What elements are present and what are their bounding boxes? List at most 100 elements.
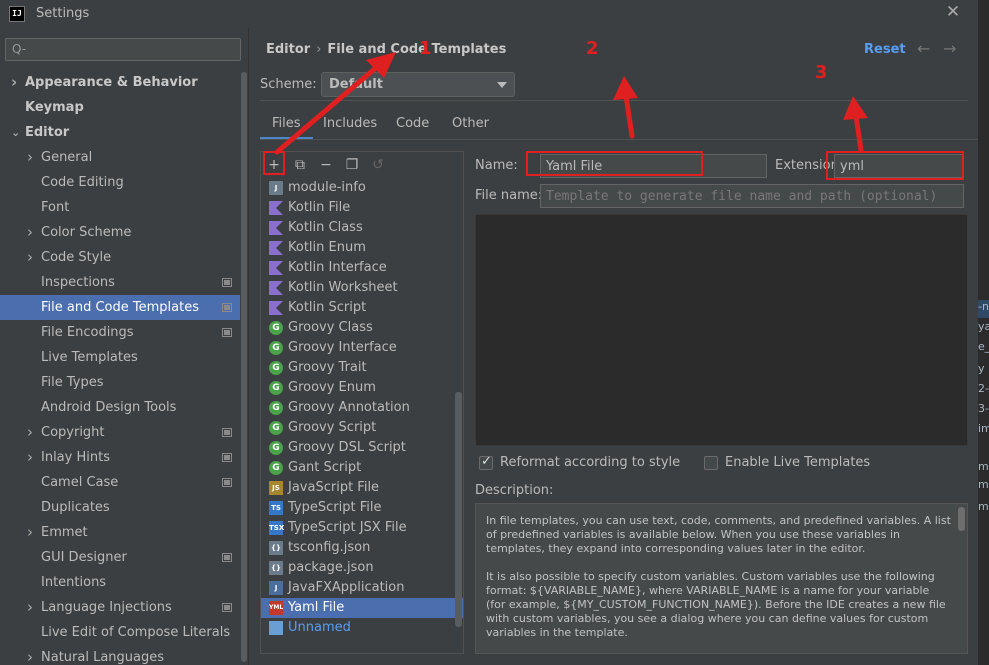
template-item[interactable]: Unnamed: [261, 618, 463, 638]
reset-to-default-button[interactable]: ↺: [368, 155, 388, 175]
sidebar-item-duplicates[interactable]: Duplicates: [0, 495, 248, 520]
sidebar-item-camel-case[interactable]: Camel Case: [0, 470, 248, 495]
templates-scrollbar[interactable]: [455, 392, 462, 627]
tab-code[interactable]: Code: [384, 110, 441, 140]
template-item[interactable]: Kotlin Worksheet: [261, 278, 463, 298]
sidebar-item-natural-languages[interactable]: › Natural Languages: [0, 645, 248, 665]
template-editor[interactable]: [475, 214, 968, 446]
template-item[interactable]: Kotlin Enum: [261, 238, 463, 258]
project-scope-icon: [222, 553, 232, 562]
back-arrow-icon[interactable]: ←: [917, 39, 930, 58]
template-item[interactable]: G Groovy DSL Script: [261, 438, 463, 458]
chevron-right-icon[interactable]: ›: [27, 220, 33, 245]
sidebar-item-font[interactable]: Font: [0, 195, 248, 220]
template-item[interactable]: {} package.json: [261, 558, 463, 578]
template-item[interactable]: Kotlin Interface: [261, 258, 463, 278]
sidebar-item-inlay-hints[interactable]: › Inlay Hints: [0, 445, 248, 470]
sidebar-item-emmet[interactable]: › Emmet: [0, 520, 248, 545]
groovy-file-icon: G: [269, 461, 283, 475]
sidebar-item-appearance-behavior[interactable]: › Appearance & Behavior: [0, 70, 248, 95]
template-item[interactable]: YML Yaml File: [261, 598, 463, 618]
sidebar-item-label: Intentions: [41, 575, 107, 590]
tab-other[interactable]: Other: [440, 110, 501, 140]
tab-files[interactable]: Files: [260, 110, 313, 140]
sidebar-item-color-scheme[interactable]: › Color Scheme: [0, 220, 248, 245]
sidebar-item-android-design-tools[interactable]: Android Design Tools: [0, 395, 248, 420]
extension-field[interactable]: [834, 154, 964, 178]
close-icon[interactable]: ✕: [943, 2, 963, 24]
chevron-right-icon[interactable]: ›: [27, 420, 33, 445]
background-text-fragment: 2-r: [978, 382, 989, 395]
template-item-label: Groovy Interface: [288, 340, 397, 355]
forward-arrow-icon[interactable]: →: [943, 39, 956, 58]
template-item[interactable]: TSX TypeScript JSX File: [261, 518, 463, 538]
search-input[interactable]: Q-: [5, 38, 241, 61]
sidebar-item-intentions[interactable]: Intentions: [0, 570, 248, 595]
template-item[interactable]: G Groovy Enum: [261, 378, 463, 398]
sidebar-item-code-editing[interactable]: Code Editing: [0, 170, 248, 195]
chevron-right-icon[interactable]: ›: [27, 445, 33, 470]
sidebar-item-label: Inspections: [41, 275, 115, 290]
template-item[interactable]: TS TypeScript File: [261, 498, 463, 518]
reset-button[interactable]: Reset: [864, 42, 906, 57]
template-item[interactable]: JS JavaScript File: [261, 478, 463, 498]
create-child-template-button[interactable]: ⧉: [290, 155, 310, 175]
sidebar-item-file-and-code-templates[interactable]: File and Code Templates: [0, 295, 248, 320]
js-file-icon: JS: [269, 481, 283, 495]
remove-template-button[interactable]: −: [316, 155, 336, 175]
chevron-right-icon[interactable]: ›: [27, 145, 33, 170]
sidebar-item-file-encodings[interactable]: File Encodings: [0, 320, 248, 345]
live-templates-checkbox[interactable]: [704, 456, 718, 470]
template-item[interactable]: Jmodule-info: [261, 178, 463, 198]
tab-includes[interactable]: Includes: [311, 110, 389, 140]
template-item[interactable]: G Groovy Annotation: [261, 398, 463, 418]
fx-file-icon: J: [269, 581, 283, 595]
sidebar-item-inspections[interactable]: Inspections: [0, 270, 248, 295]
template-item[interactable]: G Gant Script: [261, 458, 463, 478]
name-input[interactable]: [541, 155, 766, 177]
chevron-down-icon[interactable]: ⌄: [11, 120, 20, 145]
description-scrollbar[interactable]: [958, 507, 965, 531]
description-label: Description:: [475, 483, 554, 498]
template-item[interactable]: G Groovy Script: [261, 418, 463, 438]
sidebar-item-copyright[interactable]: › Copyright: [0, 420, 248, 445]
settings-sidebar: Q- › Appearance & Behavior Keymap ⌄ Editor › G…: [0, 28, 248, 665]
sidebar-item-label: Inlay Hints: [41, 450, 110, 465]
template-item[interactable]: Kotlin File: [261, 198, 463, 218]
reformat-checkbox[interactable]: [479, 454, 493, 470]
template-item[interactable]: Kotlin Script: [261, 298, 463, 318]
sidebar-item-general[interactable]: › General: [0, 145, 248, 170]
sidebar-item-file-types[interactable]: File Types: [0, 370, 248, 395]
template-item[interactable]: G Groovy Trait: [261, 358, 463, 378]
scheme-dropdown[interactable]: Default: [321, 72, 515, 97]
file-name-field[interactable]: [540, 184, 964, 208]
extension-input[interactable]: [835, 155, 963, 177]
template-item-label: JavaFXApplication: [288, 580, 405, 595]
template-item[interactable]: {} tsconfig.json: [261, 538, 463, 558]
template-item[interactable]: G Groovy Class: [261, 318, 463, 338]
sidebar-scrollbar[interactable]: [240, 70, 248, 665]
template-item[interactable]: Kotlin Class: [261, 218, 463, 238]
sidebar-item-live-templates[interactable]: Live Templates: [0, 345, 248, 370]
template-item[interactable]: J JavaFXApplication: [261, 578, 463, 598]
sidebar-item-code-style[interactable]: › Code Style: [0, 245, 248, 270]
copy-template-button[interactable]: ❐: [342, 155, 362, 175]
description-paragraph: In file templates, you can use text, cod…: [486, 514, 951, 555]
chevron-right-icon[interactable]: ›: [27, 595, 33, 620]
chevron-right-icon[interactable]: ›: [27, 645, 33, 665]
name-field[interactable]: [540, 154, 767, 178]
sidebar-item-keymap[interactable]: Keymap: [0, 95, 248, 120]
chevron-right-icon[interactable]: ›: [27, 245, 33, 270]
template-item[interactable]: G Groovy Interface: [261, 338, 463, 358]
add-template-button[interactable]: +: [264, 155, 284, 175]
sidebar-item-live-edit-of-compose-literals[interactable]: Live Edit of Compose Literals: [0, 620, 248, 645]
templates-list: Jmodule-info Kotlin File Kotlin Class Kotli…: [261, 178, 463, 653]
sidebar-item-editor[interactable]: ⌄ Editor: [0, 120, 248, 145]
chevron-right-icon[interactable]: ›: [11, 70, 17, 95]
chevron-right-icon[interactable]: ›: [27, 520, 33, 545]
sidebar-item-language-injections[interactable]: › Language Injections: [0, 595, 248, 620]
sidebar-scroll-thumb[interactable]: [241, 72, 247, 662]
file-name-input[interactable]: [541, 185, 963, 207]
sidebar-item-gui-designer[interactable]: GUI Designer: [0, 545, 248, 570]
file-name-label: File name:: [475, 188, 543, 203]
